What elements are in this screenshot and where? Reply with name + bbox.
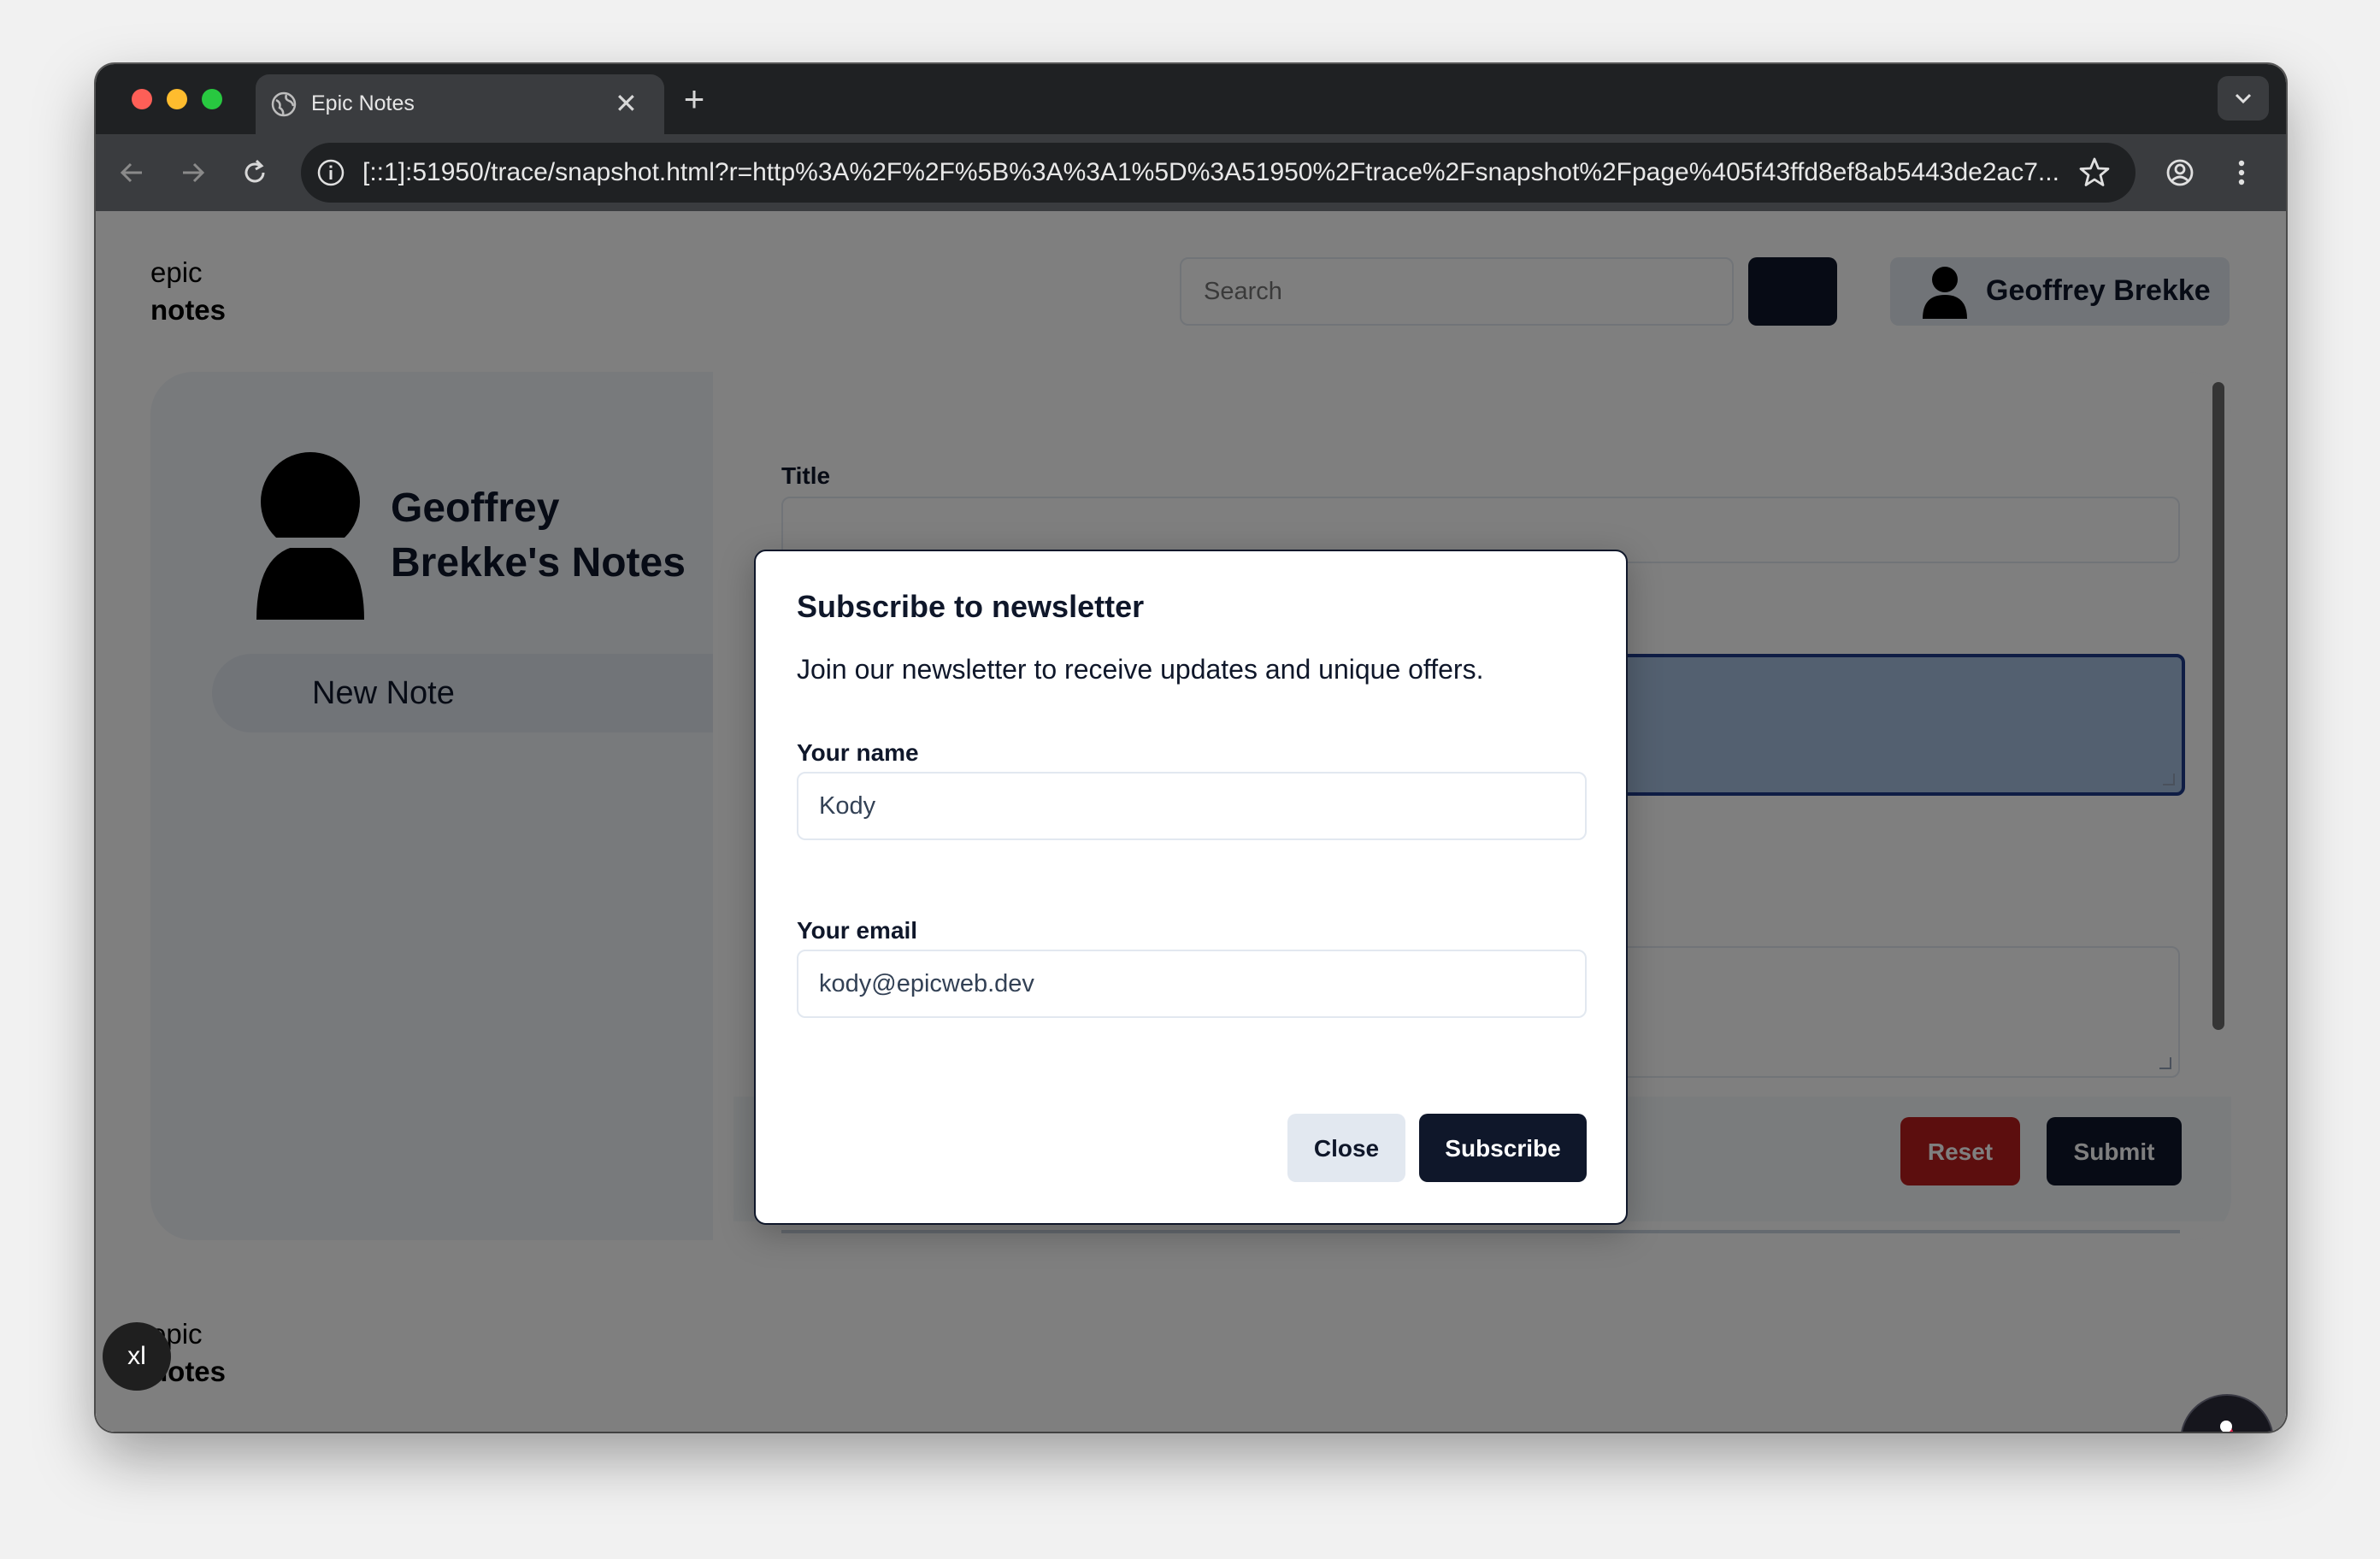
- dialog-description: Join our newsletter to receive updates a…: [797, 654, 1484, 685]
- maximize-window-button[interactable]: [202, 89, 222, 109]
- tab-close-icon[interactable]: ✕: [615, 85, 638, 122]
- browser-toolbar: [::1]:51950/trace/snapshot.html?r=http%3…: [96, 134, 2286, 211]
- page-content: epic notes Geoffrey Brekke Geoffrey Brek…: [96, 211, 2286, 1432]
- dialog-title: Subscribe to newsletter: [797, 589, 1145, 624]
- name-input[interactable]: [797, 772, 1587, 840]
- new-tab-button[interactable]: +: [673, 78, 716, 121]
- arrow-right-icon: [183, 162, 205, 183]
- address-bar[interactable]: [::1]:51950/trace/snapshot.html?r=http%3…: [301, 143, 2136, 203]
- subscribe-button[interactable]: Subscribe: [1419, 1114, 1587, 1182]
- back-button[interactable]: [113, 153, 152, 192]
- close-window-button[interactable]: [132, 89, 152, 109]
- minimize-window-button[interactable]: [167, 89, 187, 109]
- profile-icon[interactable]: [2159, 151, 2201, 194]
- tab-search-button[interactable]: [2218, 76, 2269, 121]
- email-input[interactable]: [797, 950, 1587, 1018]
- arrow-left-icon: [120, 162, 142, 183]
- breakpoint-badge: xl: [103, 1322, 171, 1391]
- close-button[interactable]: Close: [1287, 1114, 1405, 1182]
- email-label: Your email: [797, 917, 918, 944]
- info-icon[interactable]: [316, 158, 345, 187]
- name-label: Your name: [797, 739, 919, 766]
- tab-strip: Epic Notes ✕ +: [96, 64, 2286, 134]
- browser-window: Epic Notes ✕ + [::1]:51950/trace/snapsho…: [96, 64, 2286, 1432]
- tab-title: Epic Notes: [311, 91, 415, 115]
- reload-button[interactable]: [235, 153, 274, 192]
- menu-kebab-icon[interactable]: [2224, 151, 2259, 194]
- remix-devtools-icon: [2220, 1420, 2234, 1432]
- globe-icon: [271, 91, 297, 117]
- chevron-down-icon: [2235, 93, 2252, 104]
- newsletter-dialog: Subscribe to newsletter Join our newslet…: [754, 550, 1628, 1225]
- tab-epic-notes[interactable]: Epic Notes ✕: [256, 74, 664, 134]
- bookmark-star-icon[interactable]: [2073, 151, 2116, 194]
- reload-icon: [244, 159, 265, 183]
- url-text: [::1]:51950/trace/snapshot.html?r=http%3…: [362, 158, 2059, 186]
- devtools-button[interactable]: [2180, 1394, 2274, 1432]
- forward-button[interactable]: [173, 153, 212, 192]
